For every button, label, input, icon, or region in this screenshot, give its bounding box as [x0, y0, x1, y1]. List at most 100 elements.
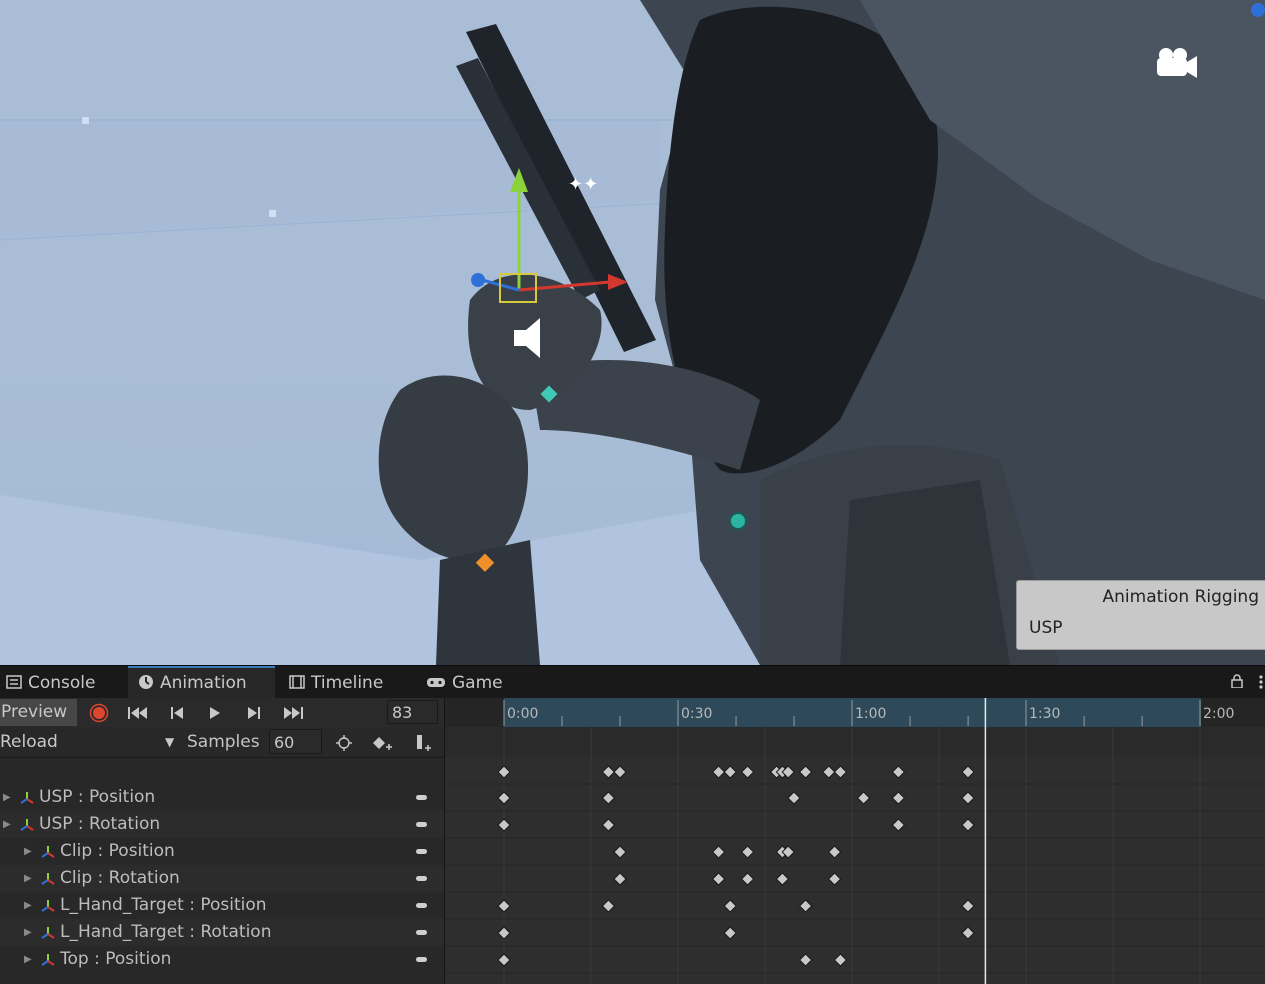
property-keyframe[interactable] — [723, 926, 737, 940]
summary-keyframe[interactable] — [497, 765, 511, 779]
property-keyframe[interactable] — [833, 953, 848, 967]
property-keyframe[interactable] — [787, 791, 801, 805]
gamepad-icon — [427, 678, 445, 687]
property-keyframe[interactable] — [961, 818, 975, 832]
property-row[interactable]: ▶ Clip : Rotation — [0, 865, 444, 892]
property-options-icon[interactable] — [416, 903, 427, 908]
summary-keyframe[interactable] — [798, 765, 813, 779]
summary-keyframe[interactable] — [723, 765, 737, 779]
first-keyframe-button[interactable] — [120, 699, 156, 726]
property-row[interactable]: ▶ USP : Rotation — [0, 811, 444, 838]
transform-axes-icon — [20, 792, 34, 804]
add-event-button[interactable] — [410, 730, 438, 754]
property-options-icon[interactable] — [416, 957, 427, 962]
ruler-tick-label: 1:30 — [1029, 706, 1060, 722]
expand-arrow-icon[interactable]: ▶ — [24, 919, 32, 946]
scene-view[interactable]: ✦✦ Animation Rigging USP — [0, 0, 1265, 665]
dopesheet[interactable]: 0:00 0:30 1:00 1:30 2:00 — [445, 698, 1265, 984]
property-keyframe[interactable] — [497, 953, 511, 967]
more-options-icon[interactable] — [1259, 674, 1263, 690]
property-options-icon[interactable] — [416, 849, 427, 854]
clip-dropdown[interactable]: Reload — [0, 730, 180, 754]
skip-to-end-icon — [284, 706, 303, 719]
next-keyframe-button[interactable] — [236, 699, 272, 726]
summary-keyframe[interactable] — [601, 765, 616, 779]
property-keyframe[interactable] — [961, 899, 975, 913]
property-row[interactable]: ▶ L_Hand_Target : Rotation — [0, 919, 444, 946]
summary-keyframe[interactable] — [891, 765, 906, 779]
expand-arrow-icon[interactable]: ▶ — [24, 838, 32, 865]
property-keyframe[interactable] — [601, 818, 616, 832]
current-frame-field[interactable]: 83 — [387, 700, 438, 724]
transform-axes-icon — [41, 954, 55, 966]
play-icon — [210, 706, 220, 719]
tab-animation[interactable]: Animation — [128, 666, 275, 699]
property-keyframe[interactable] — [827, 872, 842, 886]
filter-by-selection-button[interactable] — [330, 730, 358, 754]
previous-keyframe-button[interactable] — [159, 699, 195, 726]
expand-arrow-icon[interactable]: ▶ — [24, 946, 32, 973]
step-forward-icon — [248, 706, 260, 719]
property-row[interactable]: ▶ Clip : Position — [0, 838, 444, 865]
property-keyframe[interactable] — [613, 872, 627, 886]
preview-button[interactable]: Preview — [0, 699, 77, 726]
property-label: L_Hand_Target : Rotation — [60, 922, 272, 942]
property-keyframe[interactable] — [961, 791, 975, 805]
property-keyframe[interactable] — [613, 845, 627, 859]
property-row[interactable]: ▶ L_Hand_Target : Position — [0, 892, 444, 919]
tab-console[interactable]: Console — [6, 666, 124, 699]
property-row[interactable]: ▶ Top : Position — [0, 946, 444, 973]
property-keyframe[interactable] — [961, 926, 975, 940]
property-options-icon[interactable] — [416, 822, 427, 827]
tab-timeline[interactable]: Timeline — [289, 666, 409, 699]
expand-arrow-icon[interactable]: ▶ — [3, 784, 11, 811]
last-keyframe-button[interactable] — [275, 699, 311, 726]
property-keyframe[interactable] — [891, 791, 906, 805]
property-keyframe[interactable] — [798, 953, 813, 967]
property-keyframe[interactable] — [601, 899, 616, 913]
property-options-icon[interactable] — [416, 876, 427, 881]
property-keyframe[interactable] — [497, 926, 511, 940]
ruler-tick-label: 0:00 — [507, 706, 538, 722]
samples-field[interactable]: 60 — [269, 729, 322, 754]
property-keyframe[interactable] — [497, 791, 511, 805]
property-keyframe[interactable] — [856, 791, 871, 805]
scene-overlay-panel: Animation Rigging USP — [1016, 580, 1265, 650]
add-keyframe-button[interactable] — [369, 730, 397, 754]
property-keyframe[interactable] — [711, 872, 726, 886]
property-keyframe[interactable] — [497, 818, 511, 832]
property-options-icon[interactable] — [416, 930, 427, 935]
property-keyframe[interactable] — [798, 899, 813, 913]
summary-keyframe[interactable] — [961, 765, 975, 779]
svg-text:✦✦: ✦✦ — [568, 174, 598, 195]
tab-timeline-label: Timeline — [311, 673, 384, 693]
property-label: USP : Rotation — [39, 814, 161, 834]
summary-keyframe[interactable] — [740, 765, 755, 779]
play-button[interactable] — [197, 699, 233, 726]
property-keyframe[interactable] — [497, 899, 511, 913]
expand-arrow-icon[interactable]: ▶ — [24, 892, 32, 919]
summary-keyframe[interactable] — [711, 765, 726, 779]
summary-keyframe[interactable] — [833, 765, 848, 779]
tab-game[interactable]: Game — [426, 666, 526, 699]
transform-axes-icon — [20, 819, 34, 831]
playback-toolbar: Preview 83 — [0, 698, 444, 728]
samples-label: Samples — [187, 732, 260, 752]
property-keyframe[interactable] — [740, 845, 755, 859]
property-keyframe[interactable] — [827, 845, 842, 859]
expand-arrow-icon[interactable]: ▶ — [24, 865, 32, 892]
record-button[interactable] — [81, 699, 117, 726]
summary-keyframe[interactable] — [822, 765, 836, 779]
property-keyframe[interactable] — [891, 818, 906, 832]
lock-icon[interactable] — [1231, 674, 1243, 688]
property-row[interactable]: ▶ USP : Position — [0, 784, 444, 811]
property-keyframe[interactable] — [740, 872, 755, 886]
summary-keyframe[interactable] — [613, 765, 627, 779]
property-options-icon[interactable] — [416, 795, 427, 800]
property-keyframe[interactable] — [711, 845, 726, 859]
property-list: ▶ USP : Position ▶ USP : Rotation ▶ Clip : Po… — [0, 784, 444, 973]
property-keyframe[interactable] — [775, 872, 790, 886]
expand-arrow-icon[interactable]: ▶ — [3, 811, 11, 838]
property-keyframe[interactable] — [723, 899, 737, 913]
property-keyframe[interactable] — [601, 791, 616, 805]
